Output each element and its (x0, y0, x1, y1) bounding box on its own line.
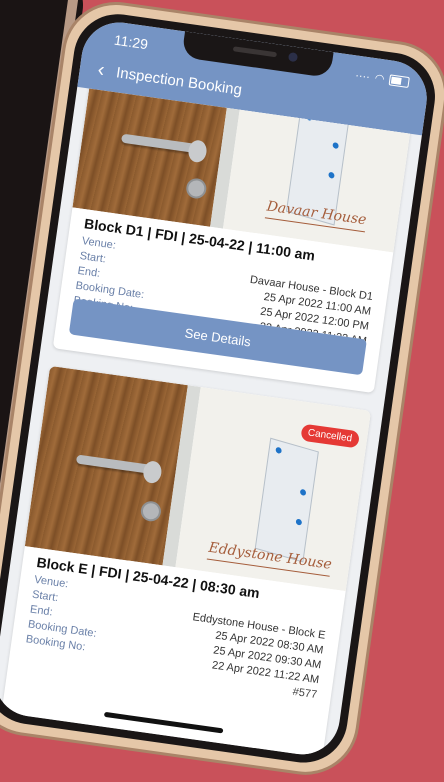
speaker (232, 46, 278, 58)
venue-value (326, 614, 328, 629)
diagram-dot (275, 446, 283, 455)
diagram-dot (332, 141, 340, 150)
door-diagram-icon (255, 437, 320, 563)
battery-icon (388, 74, 410, 88)
status-badge: Cancelled (299, 423, 361, 449)
camera (287, 52, 299, 63)
venue-value (374, 275, 376, 290)
diagram-dot (299, 488, 307, 497)
back-icon[interactable]: ‹ (96, 59, 106, 82)
status-icons: ···· ◠ (354, 69, 410, 89)
booking-card: Cancelled Eddystone House Block E | FDI … (0, 365, 372, 760)
phone-mockup: 11:29 ···· ◠ ‹ Inspection Booking Davaar… (0, 0, 444, 782)
diagram-dot (328, 171, 336, 180)
status-time: 11:29 (113, 31, 150, 53)
booking-card: Davaar House Block D1 | FDI | 25-04-22 |… (52, 86, 415, 394)
wall: Cancelled Eddystone House (175, 387, 372, 592)
wifi-icon: ◠ (373, 72, 386, 86)
door-photo: Cancelled Eddystone House (24, 365, 372, 592)
page-title: Inspection Booking (115, 63, 244, 99)
phone-bezel: 11:29 ···· ◠ ‹ Inspection Booking Davaar… (0, 8, 441, 769)
signal-icon: ···· (354, 69, 371, 83)
diagram-dot (295, 518, 303, 526)
door-panel (72, 86, 232, 227)
